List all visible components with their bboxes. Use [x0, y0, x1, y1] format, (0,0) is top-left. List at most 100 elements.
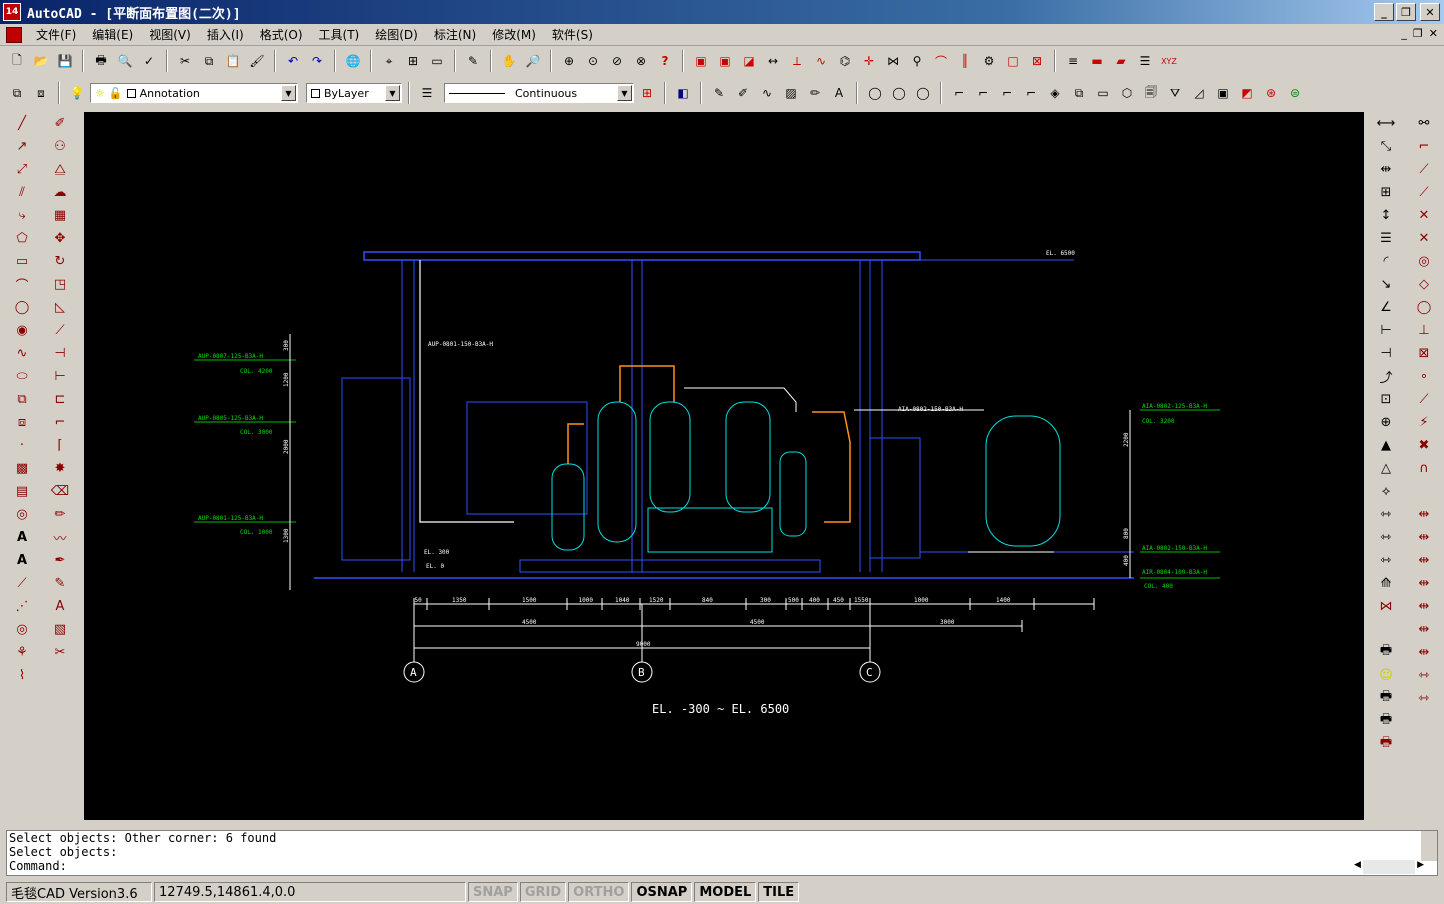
attr-edit-icon[interactable]: ✎ — [48, 572, 72, 594]
cut-icon[interactable]: ✂ — [174, 50, 196, 72]
region-icon[interactable]: ◎ — [10, 503, 34, 525]
print-preview-icon[interactable]: 🔍 — [114, 50, 136, 72]
zoom-window-icon[interactable]: ⊕ — [558, 50, 580, 72]
menu-dimension[interactable]: 标注(N) — [426, 26, 484, 43]
command-prompt[interactable]: Command: — [7, 859, 1437, 873]
dim-diameter-icon[interactable]: ⟂ — [786, 50, 808, 72]
rectangle-icon[interactable]: ▭ — [10, 250, 34, 272]
mtext-icon[interactable]: A — [10, 526, 34, 548]
circle-3-icon[interactable]: ◯ — [912, 82, 934, 104]
copy-object-icon[interactable]: ⚇ — [48, 135, 72, 157]
dim-up2-icon[interactable]: △ — [1374, 457, 1398, 479]
dim-tool-c-icon[interactable]: ⇿ — [1374, 549, 1398, 571]
dim-linear-icon[interactable]: ▣ — [690, 50, 712, 72]
wblock-icon[interactable]: ◎ — [10, 618, 34, 640]
horizontal-scrollbar[interactable]: ◀ ▶ — [1354, 860, 1424, 874]
block-icon[interactable]: ◧ — [672, 82, 694, 104]
ucs-icon[interactable]: ⊞ — [402, 50, 424, 72]
chevron-down-icon[interactable]: ▼ — [617, 85, 632, 101]
snap-line-a-icon[interactable]: ⟋ — [1412, 158, 1436, 180]
layer-on-icon[interactable]: 💡 — [66, 82, 88, 104]
snap-from-icon[interactable]: ⚯ — [1412, 112, 1436, 134]
close-button[interactable]: ✕ — [1420, 3, 1440, 21]
open-file-icon[interactable]: 📂 — [30, 50, 52, 72]
scroll-left-icon[interactable]: ◀ — [1354, 860, 1361, 874]
edit-spline-icon[interactable]: ∿ — [756, 82, 778, 104]
xyz-icon[interactable]: XYZ — [1158, 50, 1180, 72]
extend-icon[interactable]: ⊢ — [48, 365, 72, 387]
snap-parallel-icon[interactable]: ⚡ — [1412, 411, 1436, 433]
osnap-settings-icon[interactable]: ∩ — [1412, 457, 1436, 479]
num-tool-b-icon[interactable]: ⇹ — [1412, 526, 1436, 548]
box-tool-icon[interactable]: ▣ — [1212, 82, 1234, 104]
doc-close-button[interactable]: ✕ — [1429, 27, 1438, 40]
dim-tool-a-icon[interactable]: ⇿ — [1374, 503, 1398, 525]
divide-icon[interactable]: ⋰ — [10, 595, 34, 617]
edit-attr-icon[interactable]: ✏ — [804, 82, 826, 104]
rectangle-red-icon[interactable]: □ — [1002, 50, 1024, 72]
num-tool-g-icon[interactable]: ⇹ — [1412, 641, 1436, 663]
snap-midpoint-icon[interactable]: ⌐ — [972, 82, 994, 104]
redo-icon[interactable]: ↷ — [306, 50, 328, 72]
revcloud-icon[interactable]: ⚘ — [10, 641, 34, 663]
pan-icon[interactable]: ✋ — [498, 50, 520, 72]
ortho-toggle[interactable]: ORTHO — [568, 882, 630, 902]
arc-length-icon[interactable]: ⌒ — [930, 50, 952, 72]
circle-2-icon[interactable]: ◯ — [888, 82, 910, 104]
tile-toggle[interactable]: TILE — [758, 882, 800, 902]
cross-box-icon[interactable]: ⊠ — [1026, 50, 1048, 72]
leader-icon[interactable]: ⚲ — [906, 50, 928, 72]
polygon-icon[interactable]: ⬠ — [10, 227, 34, 249]
restore-button[interactable]: ❐ — [1396, 3, 1416, 21]
stretch-icon[interactable]: ◺ — [48, 296, 72, 318]
dim-tool-b-icon[interactable]: ⇿ — [1374, 526, 1398, 548]
dim-radius-icon[interactable]: ↔ — [762, 50, 784, 72]
hyperlink-icon[interactable]: 🌐 — [342, 50, 364, 72]
rotate-icon[interactable]: ↻ — [48, 250, 72, 272]
make-block-icon[interactable]: ⧈ — [10, 411, 34, 433]
offset-icon[interactable]: ☁ — [48, 181, 72, 203]
gradient-icon[interactable]: ▤ — [10, 480, 34, 502]
arc-icon[interactable]: ⌒ — [10, 273, 34, 295]
dim-angular-icon[interactable]: ∿ — [810, 50, 832, 72]
menu-insert[interactable]: 插入(I) — [199, 26, 252, 43]
new-file-icon[interactable]: 🗋 — [6, 50, 28, 72]
line-icon[interactable]: ╱ — [10, 112, 34, 134]
num-tool-h-icon[interactable]: ⇿ — [1412, 664, 1436, 686]
help-icon[interactable]: ? — [654, 50, 676, 72]
dim-arrow-icon[interactable]: ↘ — [1374, 273, 1398, 295]
move-icon[interactable]: ✥ — [48, 227, 72, 249]
linetype-dropdown[interactable]: Continuous ▼ — [444, 83, 634, 103]
ellipse-icon[interactable]: ⬭ — [10, 365, 34, 387]
scissors-tool-icon[interactable]: ✂ — [48, 641, 72, 663]
layer-merge-icon[interactable]: ▰ — [1110, 50, 1132, 72]
circle-1-icon[interactable]: ◯ — [864, 82, 886, 104]
frame-icon[interactable]: ▭ — [1092, 82, 1114, 104]
snap-endpoint2-icon[interactable]: ⌐ — [1412, 135, 1436, 157]
tolerance-icon[interactable]: ⋈ — [882, 50, 904, 72]
layer-manager-icon[interactable]: ⧉ — [6, 82, 28, 104]
shape-tool-icon[interactable]: ◿ — [1188, 82, 1210, 104]
globe-tool-icon[interactable]: ⊜ — [1284, 82, 1306, 104]
dim-list-icon[interactable]: ☰ — [1374, 227, 1398, 249]
command-window[interactable]: Select objects: Other corner: 6 found Se… — [6, 830, 1438, 876]
zoom-tool-icon[interactable]: ⊛ — [1260, 82, 1282, 104]
edit-hatch-icon[interactable]: ▨ — [780, 82, 802, 104]
num-tool-d-icon[interactable]: ⇹ — [1412, 572, 1436, 594]
break-icon[interactable]: ⊏ — [48, 388, 72, 410]
hatch-icon[interactable]: ▩ — [10, 457, 34, 479]
snap-quadrant-icon[interactable]: ◇ — [1412, 273, 1436, 295]
point-icon[interactable]: · — [10, 434, 34, 456]
snap-toggle[interactable]: SNAP — [468, 882, 518, 902]
snap-node-icon[interactable]: ∘ — [1412, 365, 1436, 387]
chamfer-icon[interactable]: ⌐ — [48, 411, 72, 433]
edit-text-a-icon[interactable]: A — [828, 82, 850, 104]
insert-block-icon[interactable]: ⧉ — [10, 388, 34, 410]
num-tool-a-icon[interactable]: ⇹ — [1412, 503, 1436, 525]
snap-intersection-icon[interactable]: ⌐ — [996, 82, 1018, 104]
chevron-down-icon[interactable]: ▼ — [281, 85, 296, 101]
edit-text-icon[interactable]: ✎ — [708, 82, 730, 104]
drawing-canvas[interactable]: EL. 6500 AUP-0807-125-B3A-H COL. 4200 AU… — [84, 112, 1364, 820]
chevron-down-icon[interactable]: ▼ — [385, 85, 400, 101]
pen-icon[interactable]: ✎ — [462, 50, 484, 72]
